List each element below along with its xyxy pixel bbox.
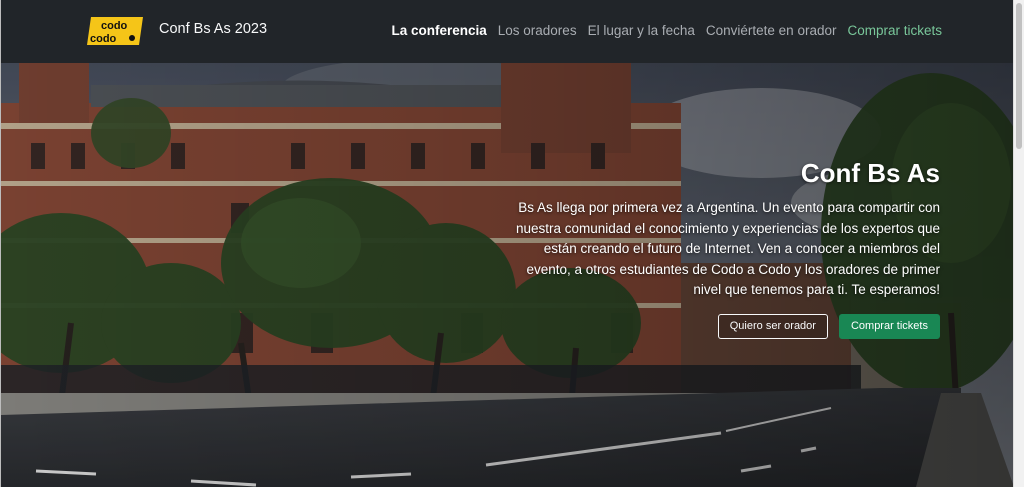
nav-link-los-oradores[interactable]: Los oradores	[498, 23, 577, 38]
main-nav: La conferencia Los oradores El lugar y l…	[391, 23, 942, 38]
nav-link-comprar-tickets[interactable]: Comprar tickets	[847, 23, 942, 38]
browser-viewport: codo codo Conf Bs As 2023 La conferencia…	[0, 0, 1014, 487]
vertical-scrollbar[interactable]	[1013, 0, 1024, 487]
buy-tickets-button[interactable]: Comprar tickets	[838, 313, 940, 339]
hero-content: Conf Bs As Bs As llega por primera vez a…	[510, 158, 940, 339]
nav-link-conviertete-en-orador[interactable]: Conviértete en orador	[706, 23, 837, 38]
scrollbar-thumb[interactable]	[1016, 3, 1022, 149]
logo-text-2: codo	[90, 33, 117, 45]
logo-text-1: codo	[101, 20, 128, 32]
codo-a-codo-logo[interactable]: codo codo	[87, 17, 143, 45]
become-speaker-button[interactable]: Quiero ser orador	[717, 313, 828, 339]
nav-link-la-conferencia[interactable]: La conferencia	[391, 23, 486, 38]
brand-title[interactable]: Conf Bs As 2023	[159, 21, 267, 37]
hero-section: Conf Bs As Bs As llega por primera vez a…	[1, 63, 1014, 487]
nav-link-el-lugar-y-la-fecha[interactable]: El lugar y la fecha	[588, 23, 695, 38]
hero-buttons: Quiero ser orador Comprar tickets	[510, 313, 940, 339]
hero-description: Bs As llega por primera vez a Argentina.…	[516, 200, 940, 297]
navbar: codo codo Conf Bs As 2023 La conferencia…	[1, 0, 1014, 63]
hero-title: Conf Bs As	[800, 158, 940, 188]
